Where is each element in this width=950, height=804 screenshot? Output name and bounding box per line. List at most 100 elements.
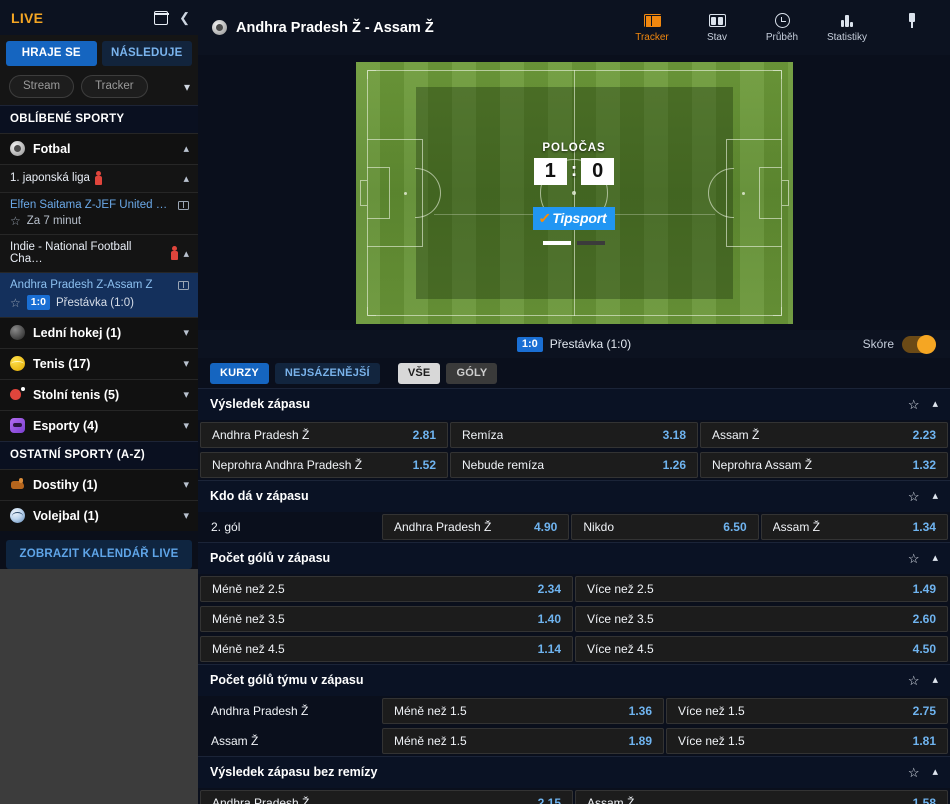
odds-button[interactable]: Andhra Pradesh Ž 4.90 — [382, 514, 570, 540]
list-item[interactable]: Elfen Saitama Ž-JEF United Chib… ☆ Za 7 … — [0, 192, 198, 234]
market-row: Méně než 4.5 1.14 Více než 4.5 4.50 — [198, 634, 950, 664]
odds-button[interactable]: Assam Ž 1.34 — [760, 514, 948, 540]
chevron-up-icon[interactable]: ▴ — [932, 766, 938, 778]
market-header[interactable]: Počet gólů v zápasu ☆ ▴ — [198, 542, 950, 574]
pin-button[interactable] — [888, 12, 936, 29]
odds-button[interactable]: Méně než 4.5 1.14 — [200, 636, 573, 662]
sidebar-item-ledni-hokej[interactable]: Lední hokej (1) ▾ — [0, 317, 198, 348]
odds-button[interactable]: Neprohra Assam Ž 1.32 — [700, 452, 948, 478]
tab-nasleduje[interactable]: NÁSLEDUJE — [101, 41, 192, 66]
selection-name: Méně než 3.5 — [212, 612, 285, 626]
league-row-japonska[interactable]: 1. japonská liga ▴ — [0, 164, 198, 192]
market-row: Andhra Pradesh Ž Méně než 1.5 1.36 Více než… — [198, 696, 950, 726]
chevron-up-icon[interactable]: ▴ — [183, 142, 189, 155]
star-icon[interactable]: ☆ — [908, 766, 920, 779]
star-icon[interactable]: ☆ — [908, 490, 920, 503]
odds-button[interactable]: Andhra Pradesh Ž 2.81 — [200, 422, 448, 448]
chevron-up-icon[interactable]: ▴ — [183, 172, 189, 185]
view-tab-stav[interactable]: Stav — [693, 12, 741, 43]
tracker-overlay: POLOČAS 1 : 0 ✓ Tipsport — [356, 62, 793, 324]
odds-button[interactable]: Více než 1.5 1.81 — [666, 728, 948, 754]
tab-hraje-se[interactable]: HRAJE SE — [6, 41, 97, 66]
tab-goly[interactable]: GÓLY — [446, 362, 498, 384]
odds-button[interactable]: Méně než 1.5 1.89 — [382, 728, 664, 754]
selection-name: Méně než 2.5 — [212, 582, 285, 596]
star-icon[interactable]: ☆ — [908, 552, 920, 565]
league-row-indie[interactable]: Indie - National Football Cha… ▴ — [0, 234, 198, 272]
tv-icon[interactable] — [178, 200, 189, 210]
bet-tab-strip: KURZY NEJSÁZENĚJŠÍ VŠE GÓLY — [198, 358, 950, 388]
match-phase-label: POLOČAS — [542, 141, 606, 154]
calendar-icon[interactable] — [153, 10, 169, 25]
show-live-calendar-button[interactable]: ZOBRAZIT KALENDÁŘ LIVE — [6, 540, 192, 569]
chevron-down-icon[interactable]: ▾ — [183, 478, 189, 491]
odds-button[interactable]: Více než 1.5 2.75 — [666, 698, 948, 724]
sidebar-item-esporty[interactable]: Esporty (4) ▾ — [0, 410, 198, 441]
chip-stream[interactable]: Stream — [9, 75, 75, 98]
tab-nejsazenejsi[interactable]: NEJSÁZENĚJŠÍ — [274, 362, 380, 384]
markets-list: Výsledek zápasu ☆ ▴ Andhra Pradesh Ž 2.81 Rem… — [198, 388, 950, 804]
odds-button[interactable]: Méně než 3.5 1.40 — [200, 606, 573, 632]
sidebar-item-tenis[interactable]: Tenis (17) ▾ — [0, 348, 198, 379]
odds-value: 1.58 — [912, 796, 936, 804]
odds-button[interactable]: Assam Ž 1.58 — [575, 790, 948, 804]
bar-chart-icon — [840, 12, 854, 29]
market-row: Andhra Pradesh Ž 2.15 Assam Ž 1.58 — [198, 788, 950, 804]
chevron-down-icon[interactable]: ▾ — [183, 419, 189, 432]
score-toggle[interactable] — [902, 334, 936, 354]
odds-button[interactable]: Andhra Pradesh Ž 2.15 — [200, 790, 573, 804]
view-tab-statistiky[interactable]: Statistiky — [823, 12, 871, 43]
match-name: Elfen Saitama Ž-JEF United Chib… — [10, 199, 172, 211]
chevron-down-icon[interactable]: ▾ — [183, 509, 189, 522]
star-icon[interactable]: ☆ — [10, 297, 21, 309]
sidebar-item-dostihy[interactable]: Dostihy (1) ▾ — [0, 469, 198, 500]
sidebar-item-volejbal[interactable]: Volejbal (1) ▾ — [0, 500, 198, 531]
match-title-line: Andhra Pradesh Ž-Assam Ž — [10, 279, 189, 291]
chip-tracker[interactable]: Tracker — [81, 75, 148, 98]
star-icon[interactable]: ☆ — [908, 674, 920, 687]
tab-kurzy[interactable]: KURZY — [210, 362, 269, 384]
odds-button[interactable]: Neprohra Andhra Pradesh Ž 1.52 — [200, 452, 448, 478]
odds-button[interactable]: Nebude remíza 1.26 — [450, 452, 698, 478]
market-header[interactable]: Výsledek zápasu bez remízy ☆ ▴ — [198, 756, 950, 788]
odds-button[interactable]: Více než 3.5 2.60 — [575, 606, 948, 632]
horse-racing-icon — [10, 477, 25, 492]
odds-button[interactable]: Assam Ž 2.23 — [700, 422, 948, 448]
chevron-up-icon[interactable]: ▴ — [183, 247, 189, 260]
sidebar-item-fotbal[interactable]: Fotbal ▴ — [0, 133, 198, 164]
odds-button[interactable]: Nikdo 6.50 — [571, 514, 759, 540]
tv-icon[interactable] — [178, 280, 189, 290]
odds-button[interactable]: Více než 2.5 1.49 — [575, 576, 948, 602]
scoreboard-icon — [708, 12, 726, 29]
odds-button[interactable]: Méně než 1.5 1.36 — [382, 698, 664, 724]
chevron-down-icon[interactable]: ▾ — [183, 326, 189, 339]
match-title-line: Elfen Saitama Ž-JEF United Chib… — [10, 199, 189, 211]
chevron-up-icon[interactable]: ▴ — [932, 490, 938, 502]
selection-name: Méně než 1.5 — [394, 734, 467, 748]
view-tab-prubeh[interactable]: Průběh — [758, 12, 806, 43]
chevron-down-icon[interactable]: ▾ — [184, 80, 190, 94]
chevron-up-icon[interactable]: ▴ — [932, 398, 938, 410]
market-header[interactable]: Počet gólů týmu v zápasu ☆ ▴ — [198, 664, 950, 696]
chevron-up-icon[interactable]: ▴ — [932, 552, 938, 564]
chevron-down-icon[interactable]: ▾ — [183, 357, 189, 370]
odds-value: 2.60 — [912, 612, 936, 626]
odds-button[interactable]: Více než 4.5 4.50 — [575, 636, 948, 662]
star-icon[interactable]: ☆ — [10, 215, 21, 227]
list-item-selected[interactable]: Andhra Pradesh Ž-Assam Ž ☆ 1:0 Přestávka… — [0, 272, 198, 317]
chevron-down-icon[interactable]: ▾ — [183, 388, 189, 401]
odds-button[interactable]: Méně než 2.5 2.34 — [200, 576, 573, 602]
sidebar-item-stolni-tenis[interactable]: Stolní tenis (5) ▾ — [0, 379, 198, 410]
tab-vse[interactable]: VŠE — [397, 362, 441, 384]
view-tab-tracker[interactable]: Tracker — [628, 12, 676, 43]
country-flag-icon — [171, 246, 179, 260]
football-pitch[interactable]: POLOČAS 1 : 0 ✓ Tipsport — [355, 62, 793, 324]
sidebar: LIVE ❮ HRAJE SE NÁSLEDUJE Stream Tracker… — [0, 0, 198, 804]
odds-button[interactable]: Remíza 3.18 — [450, 422, 698, 448]
market-header[interactable]: Kdo dá v zápasu ☆ ▴ — [198, 480, 950, 512]
chevron-up-icon[interactable]: ▴ — [932, 674, 938, 686]
market-header[interactable]: Výsledek zápasu ☆ ▴ — [198, 388, 950, 420]
chevron-left-icon[interactable]: ❮ — [179, 11, 190, 24]
odds-value: 1.26 — [662, 458, 686, 472]
star-icon[interactable]: ☆ — [908, 398, 920, 411]
